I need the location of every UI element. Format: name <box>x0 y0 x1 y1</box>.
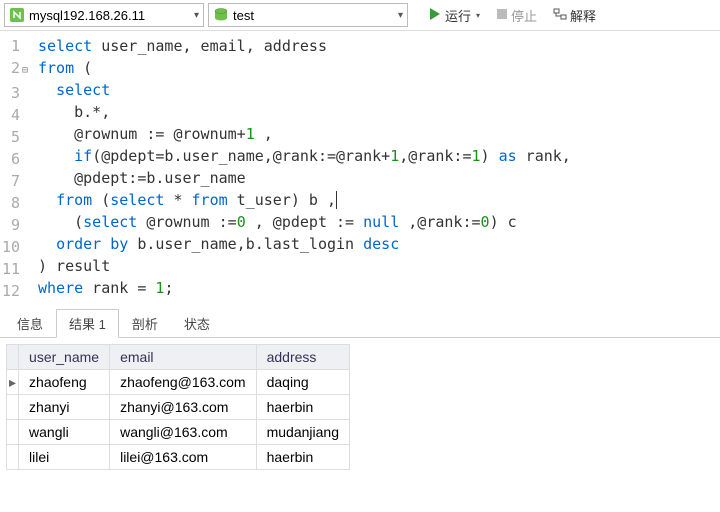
code-area[interactable]: select user_name, email, addressfrom ( s… <box>36 35 720 302</box>
cell[interactable]: haerbin <box>256 395 349 420</box>
database-selector[interactable]: test ▾ <box>208 3 408 27</box>
explain-button[interactable]: 解释 <box>547 3 602 27</box>
cell[interactable]: zhanyi@163.com <box>110 395 257 420</box>
stop-label: 停止 <box>511 6 537 25</box>
table-row[interactable]: lileililei@163.comhaerbin <box>7 445 350 470</box>
play-icon <box>428 7 442 24</box>
table-row[interactable]: zhanyizhanyi@163.comhaerbin <box>7 395 350 420</box>
database-label: test <box>233 8 254 23</box>
connection-icon <box>9 7 25 23</box>
table-row[interactable]: ▸zhaofengzhaofeng@163.comdaqing <box>7 370 350 395</box>
run-label: 运行 <box>445 6 471 25</box>
explain-label: 解释 <box>570 6 596 25</box>
connection-label: mysql192.168.26.11 <box>29 8 145 23</box>
sql-editor[interactable]: 1 2 ⊟3 4 5 6 7 8 9 10 11 12 select user_… <box>0 31 720 302</box>
cell[interactable]: lilei@163.com <box>110 445 257 470</box>
cell[interactable]: wangli@163.com <box>110 420 257 445</box>
cell[interactable]: zhaofeng <box>19 370 110 395</box>
cell[interactable]: wangli <box>19 420 110 445</box>
cell[interactable]: daqing <box>256 370 349 395</box>
run-button[interactable]: 运行 ▾ <box>422 3 486 27</box>
tab-状态[interactable]: 状态 <box>171 309 223 338</box>
tab-结果 1[interactable]: 结果 1 <box>56 309 119 338</box>
chevron-down-icon: ▾ <box>398 10 403 21</box>
chevron-down-icon: ▾ <box>194 10 199 21</box>
column-header[interactable]: user_name <box>19 345 110 370</box>
cell[interactable]: lilei <box>19 445 110 470</box>
cell[interactable]: haerbin <box>256 445 349 470</box>
stop-icon <box>496 8 508 23</box>
results-body: ▸zhaofengzhaofeng@163.comdaqingzhanyizha… <box>7 370 350 470</box>
column-header[interactable]: address <box>256 345 349 370</box>
database-icon <box>213 7 229 23</box>
result-tabs: 信息结果 1剖析状态 <box>0 308 720 338</box>
dropdown-icon: ▾ <box>476 11 480 20</box>
tab-剖析[interactable]: 剖析 <box>119 309 171 338</box>
connection-selector[interactable]: mysql192.168.26.11 ▾ <box>4 3 204 27</box>
cell[interactable]: zhanyi <box>19 395 110 420</box>
tab-信息[interactable]: 信息 <box>4 309 56 338</box>
cell[interactable]: zhaofeng@163.com <box>110 370 257 395</box>
line-gutter: 1 2 ⊟3 4 5 6 7 8 9 10 11 12 <box>0 35 36 302</box>
toolbar: mysql192.168.26.11 ▾ test ▾ 运行 ▾ 停止 解释 <box>0 0 720 31</box>
explain-icon <box>553 7 567 24</box>
stop-button[interactable]: 停止 <box>490 3 543 27</box>
header-row: user_nameemailaddress <box>7 345 350 370</box>
table-row[interactable]: wangliwangli@163.commudanjiang <box>7 420 350 445</box>
column-header[interactable]: email <box>110 345 257 370</box>
cell[interactable]: mudanjiang <box>256 420 349 445</box>
results-table[interactable]: user_nameemailaddress ▸zhaofengzhaofeng@… <box>6 344 350 470</box>
